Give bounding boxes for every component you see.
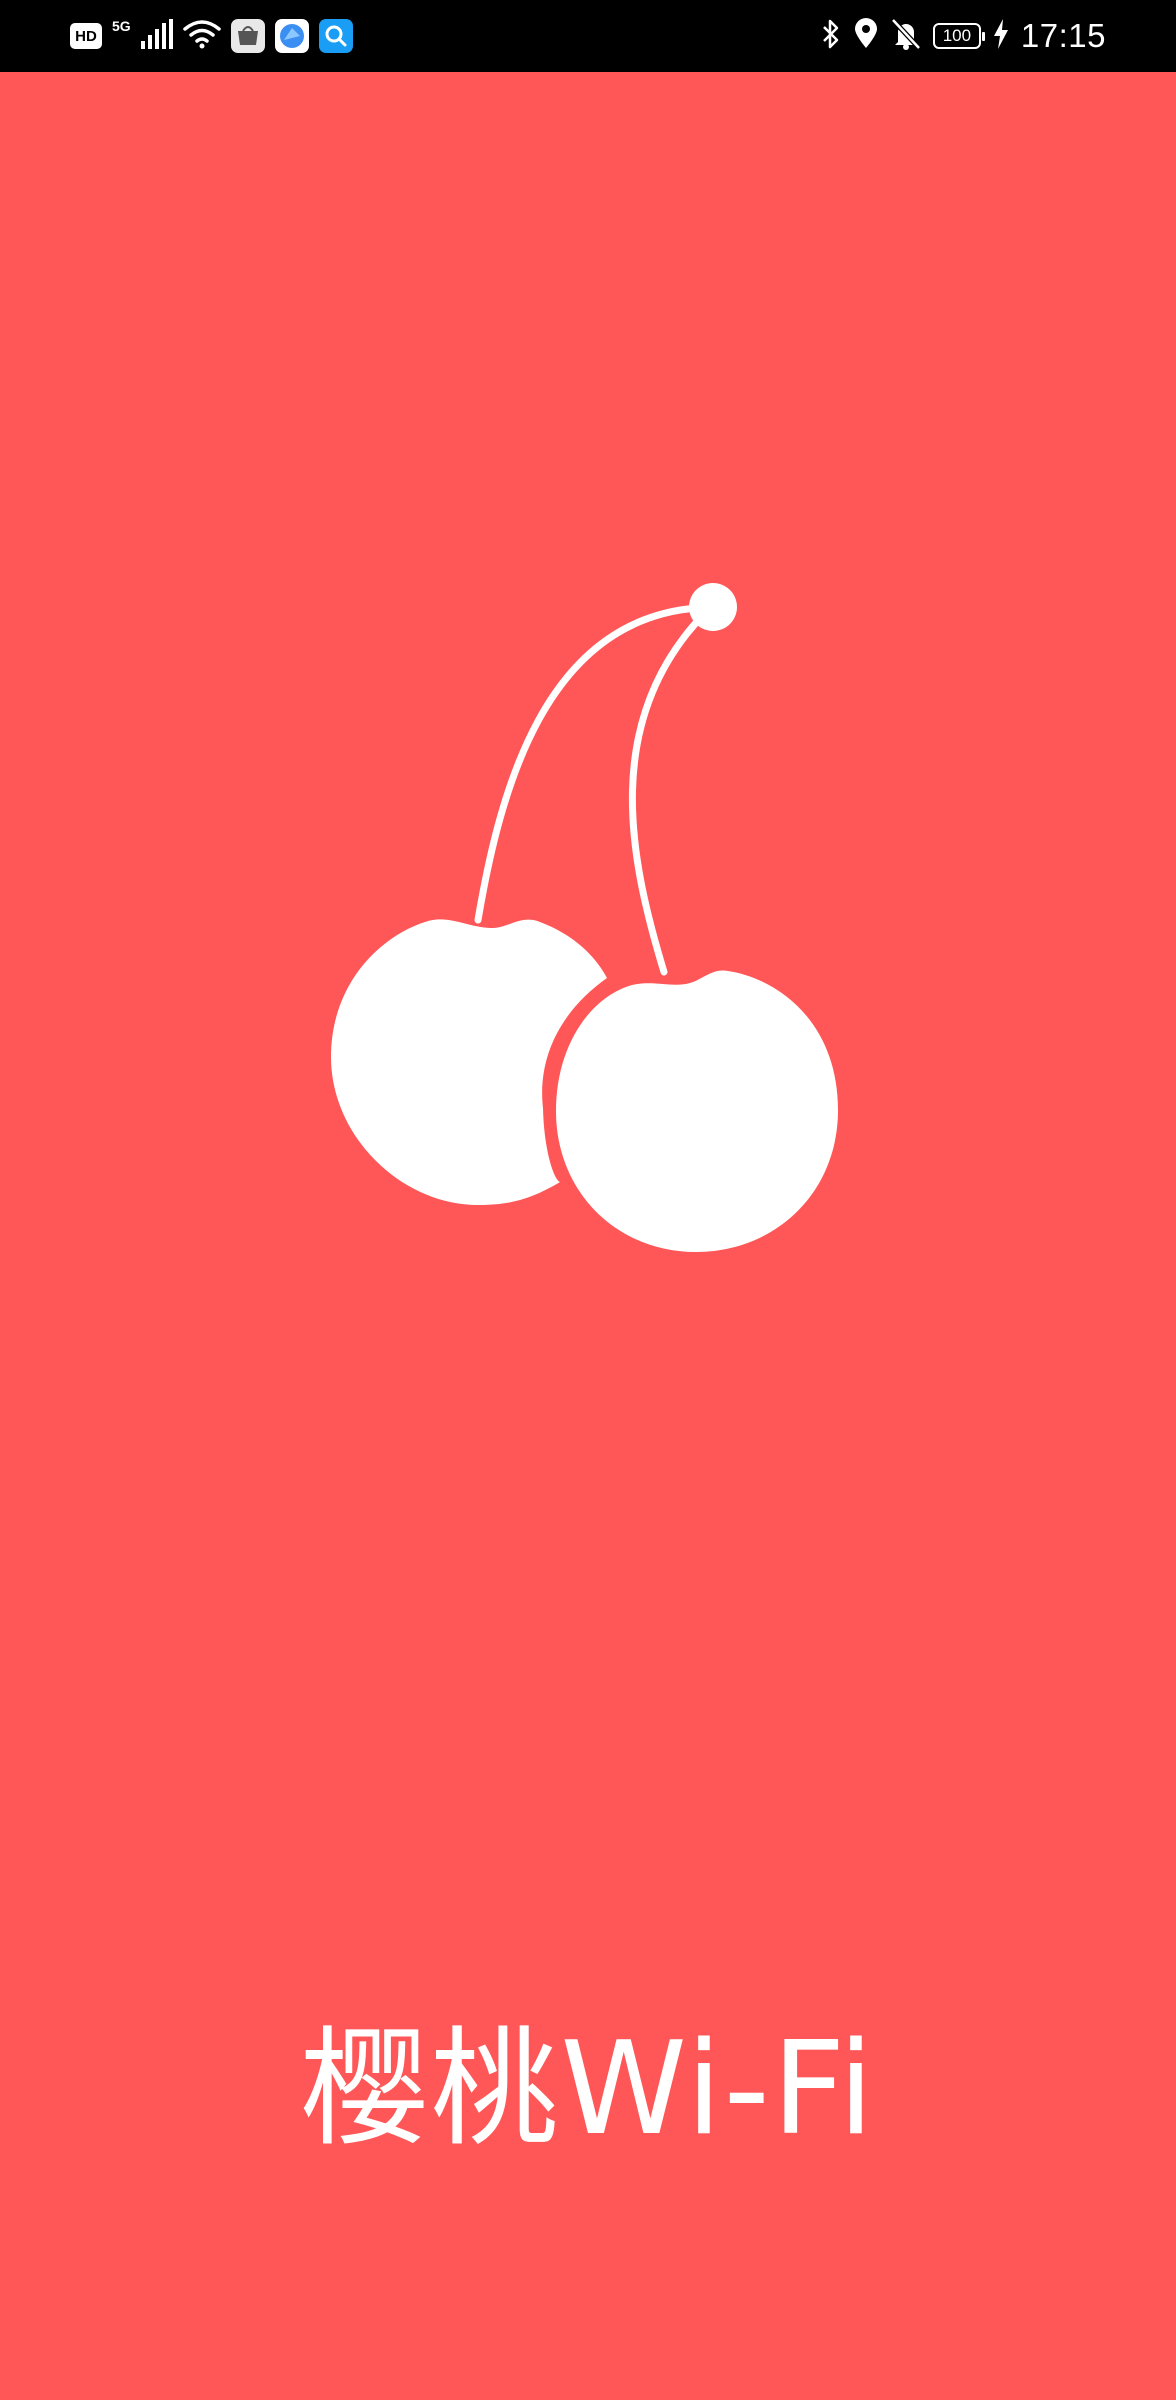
app-title: 樱桃Wi-Fi bbox=[300, 2015, 876, 2164]
